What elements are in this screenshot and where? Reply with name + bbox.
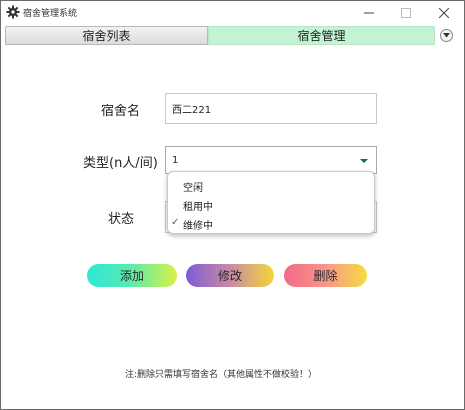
dorm-name-input[interactable]: 西二221 <box>165 93 377 124</box>
title-bar: 宿舍管理系统 <box>1 1 464 25</box>
type-label: 类型(n人/间) <box>83 156 158 171</box>
tab-dorm-list[interactable]: 宿舍列表 <box>5 26 208 45</box>
close-icon <box>439 8 449 18</box>
tab-menu-button[interactable] <box>440 29 453 42</box>
minimize-button[interactable] <box>352 1 386 25</box>
status-option-idle[interactable]: 空闲 <box>183 179 203 194</box>
delete-note: 注:删除只需填写宿舍名（其他属性不做校验！） <box>125 370 318 380</box>
chevron-down-icon <box>443 33 450 38</box>
type-value: 1 <box>172 154 179 166</box>
add-button[interactable]: 添加 <box>87 264 177 287</box>
type-select[interactable]: 1 <box>165 146 377 174</box>
maximize-button[interactable] <box>389 1 423 25</box>
status-option-repair[interactable]: 维修中 <box>183 217 213 232</box>
status-dropdown-list: 空闲 租用中 ✓ 维修中 <box>167 171 375 234</box>
minimize-icon <box>364 12 374 14</box>
close-button[interactable] <box>427 1 461 25</box>
dorm-name-label: 宿舍名 <box>101 104 141 119</box>
status-label: 状态 <box>108 212 135 227</box>
check-icon: ✓ <box>171 217 180 228</box>
tab-dorm-manage[interactable]: 宿舍管理 <box>208 26 435 45</box>
tab-bar: 宿舍列表 宿舍管理 <box>5 26 435 45</box>
edit-button[interactable]: 修改 <box>186 264 274 287</box>
dorm-name-value: 西二221 <box>172 105 212 116</box>
main-window: 宿舍管理系统 宿舍列表 宿舍管理 宿舍名 西二221 类型(n人/间) 1 状态… <box>0 0 465 410</box>
delete-button[interactable]: 删除 <box>284 264 367 287</box>
status-option-rented[interactable]: 租用中 <box>183 198 213 213</box>
maximize-icon <box>401 8 411 18</box>
window-title: 宿舍管理系统 <box>23 9 78 19</box>
dropdown-arrow-icon <box>360 159 368 163</box>
app-gear-icon <box>6 5 20 19</box>
